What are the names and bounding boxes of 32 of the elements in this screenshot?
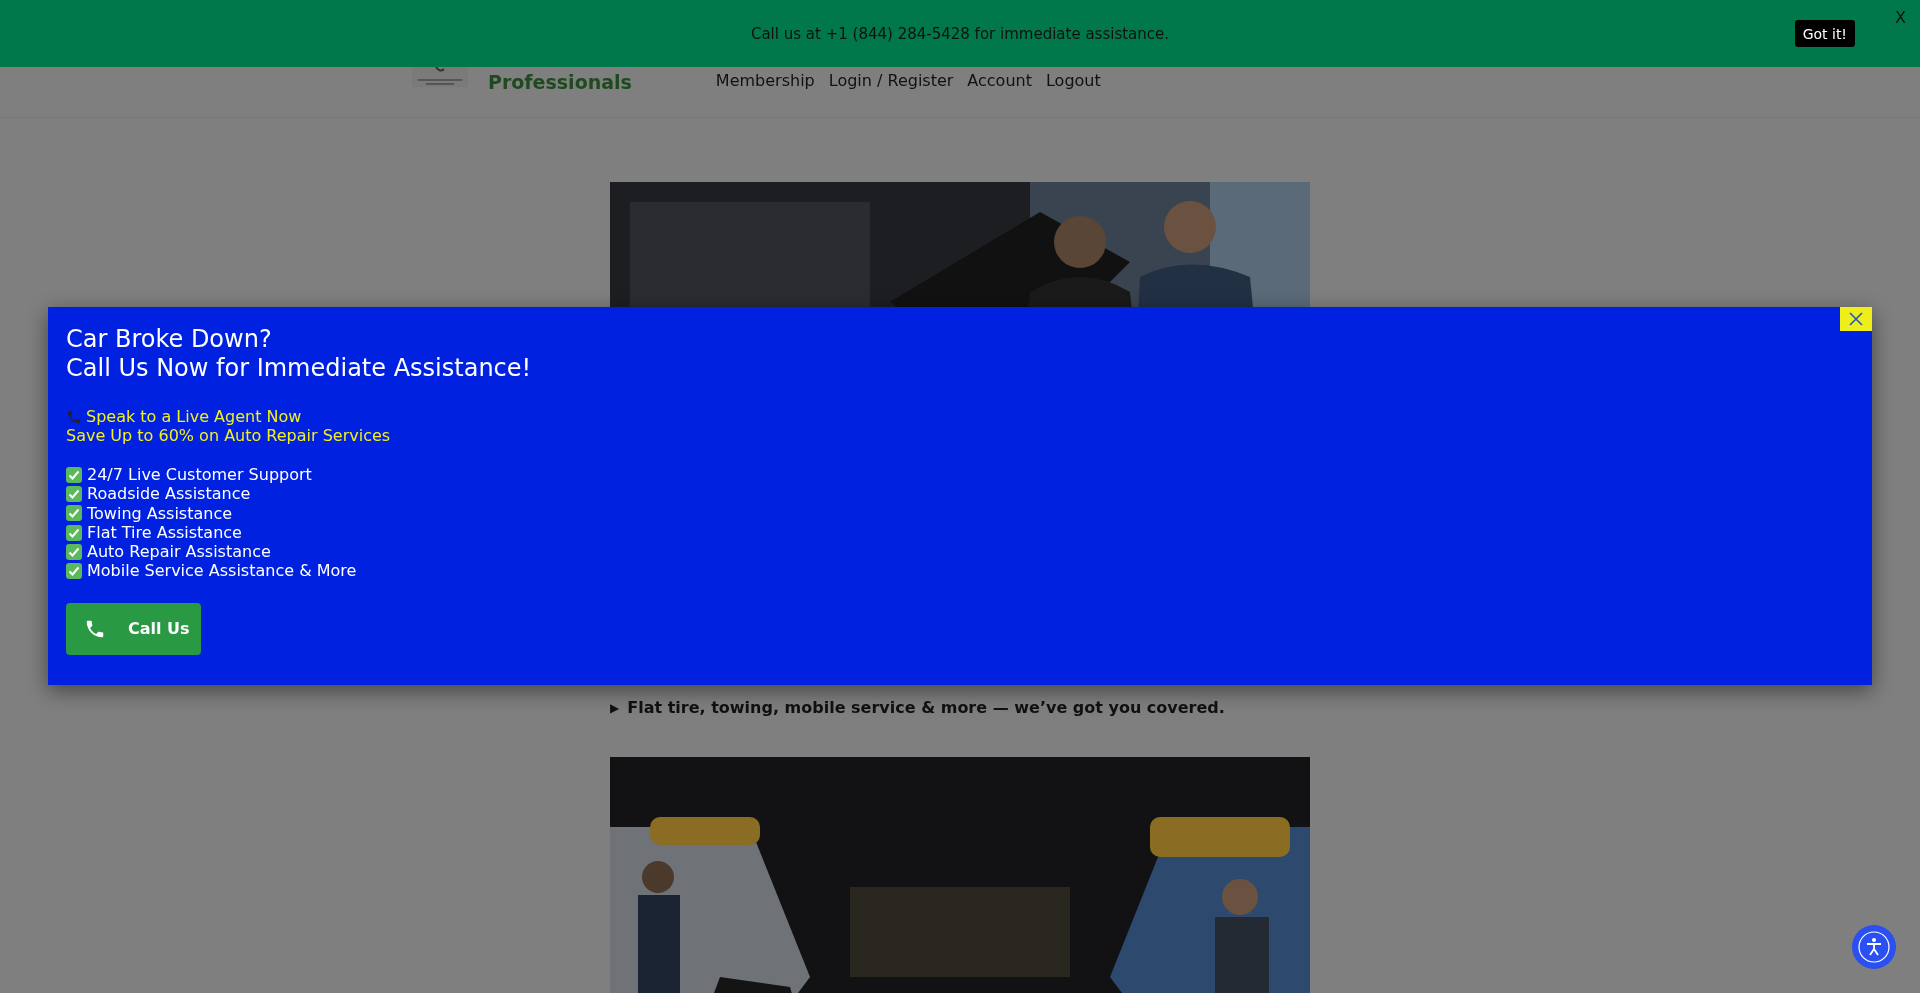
accessibility-button[interactable] <box>1852 925 1896 969</box>
triangle-icon: ▶ <box>610 700 620 715</box>
highlight-text: Speak to a Live Agent Now <box>86 407 302 426</box>
feature-text: 24/7 Live Customer Support <box>87 465 312 485</box>
feature-text: Roadside Assistance <box>87 484 251 504</box>
got-it-button[interactable]: Got it! <box>1794 20 1855 47</box>
close-button[interactable]: X <box>1895 8 1906 27</box>
check-icon <box>66 524 82 541</box>
call-us-button[interactable]: Call Us <box>66 602 201 655</box>
highlight-text: Save Up to 60% on Auto Repair Services <box>66 426 391 445</box>
nav-link[interactable]: Login / Register <box>828 71 954 90</box>
feature-text: Towing Assistance <box>87 503 232 523</box>
nav-link[interactable]: Membership <box>715 71 815 90</box>
nav-link[interactable]: Account <box>967 71 1032 90</box>
accessibility-icon <box>1857 930 1891 964</box>
check-icon <box>66 543 82 560</box>
nav-link[interactable]: Logout <box>1045 71 1101 90</box>
popup-title: Call Us Now for Immediate Assistance! <box>66 354 533 383</box>
feature-text: Flat Tire Assistance <box>87 522 242 543</box>
feature-text: Mobile Service Assistance & More <box>87 561 357 581</box>
check-icon <box>66 485 82 502</box>
popup-title: Car Broke Down? <box>66 325 273 354</box>
feature-text: Auto Repair Assistance <box>87 542 271 562</box>
announcement-text: Call us at +1 (844) 284-5428 for immediate assistance. <box>750 24 1170 43</box>
close-icon <box>1849 312 1863 326</box>
brand-name: Professionals <box>488 71 632 93</box>
check-icon <box>66 466 82 483</box>
check-icon <box>66 563 82 580</box>
check-icon <box>66 505 82 522</box>
phone-icon <box>66 408 82 425</box>
caption-text: Flat tire, towing, mobile service & more — we’ve got you covered. <box>627 698 1225 717</box>
close-button[interactable] <box>1840 307 1872 331</box>
